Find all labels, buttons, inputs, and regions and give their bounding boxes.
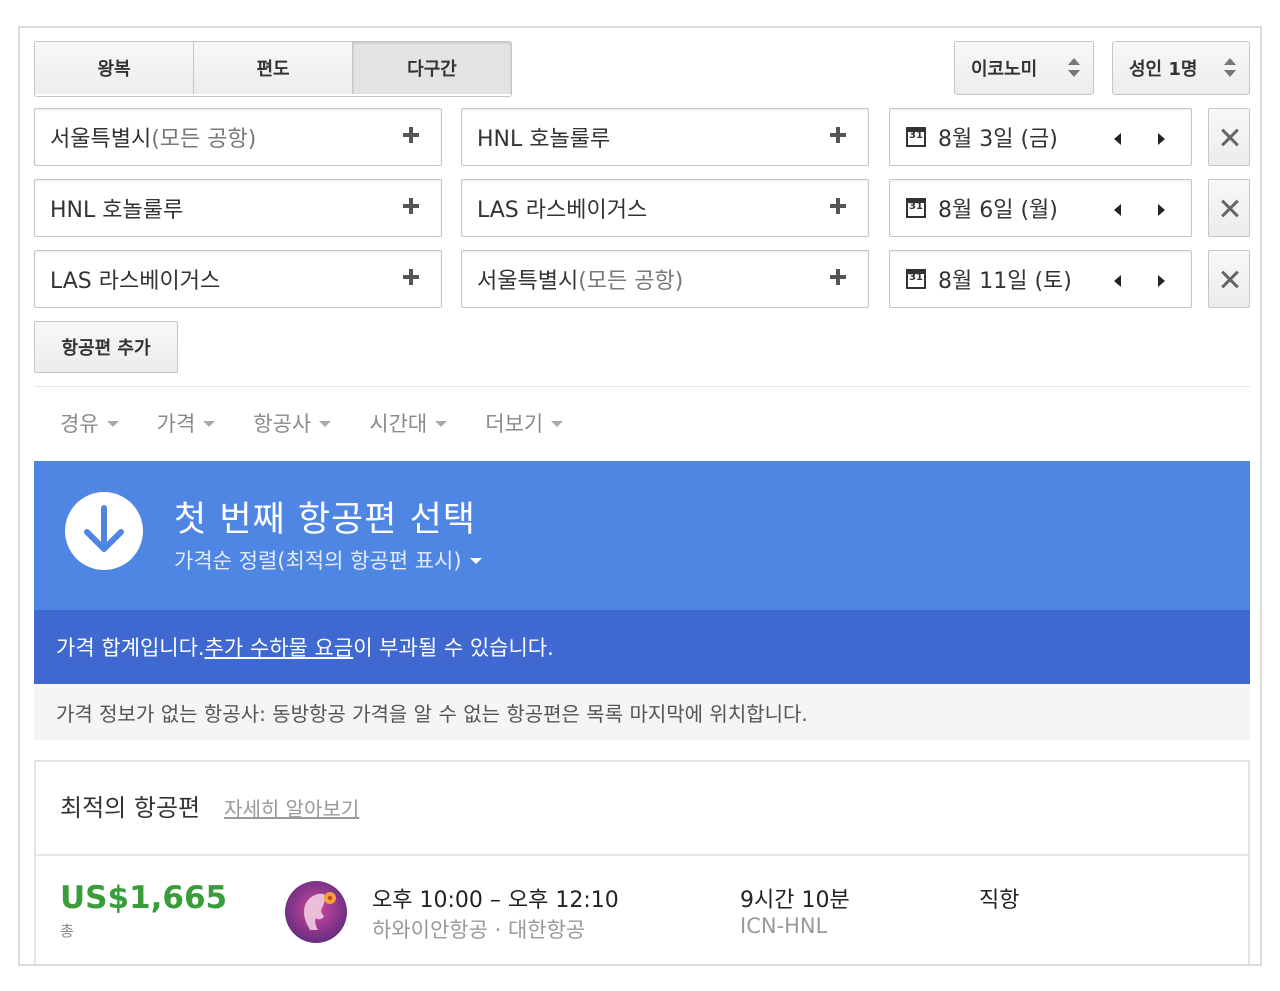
down-arrow-icon [65, 492, 143, 570]
caret-down-icon [435, 421, 448, 427]
filter-stops[interactable]: 경유 [60, 408, 119, 438]
filter-label: 시간대 [369, 412, 428, 436]
prev-date-arrow-icon[interactable] [1114, 275, 1121, 287]
calendar-icon: 31 [906, 127, 926, 147]
origin-city: HNL 호놀룰루 [50, 198, 184, 223]
next-date-arrow-icon[interactable] [1158, 275, 1165, 287]
price-notice: 가격 합계입니다. 추가 수하물 요금 이 부과될 수 있습니다. [34, 610, 1250, 684]
next-date-arrow-icon[interactable] [1158, 133, 1165, 145]
trip-type-oneway[interactable]: 편도 [194, 42, 353, 94]
filter-more[interactable]: 더보기 [485, 408, 564, 438]
leg-2-date[interactable]: 31 8월 6일 (월) [889, 179, 1192, 237]
plus-icon[interactable] [830, 127, 846, 143]
calendar-icon: 31 [906, 269, 926, 289]
price-total-label: 총 [60, 922, 74, 940]
sort-dropdown[interactable]: 가격순 정렬(최적의 항공편 표시) [174, 545, 482, 575]
filter-label: 경유 [60, 412, 99, 436]
best-flights-section: 최적의 항공편 자세히 알아보기 US$1,665 총 오후 10:00 – 오… [34, 760, 1250, 964]
divider [34, 386, 1250, 387]
date-label: 8월 3일 (금) [938, 127, 1058, 152]
updown-arrows-icon [1067, 57, 1081, 79]
flight-times: 오후 10:00 – 오후 12:10 [372, 888, 619, 913]
flight-route: ICN-HNL [740, 914, 828, 938]
select-flight-banner: 첫 번째 항공편 선택 가격순 정렬(최적의 항공편 표시) [34, 461, 1250, 610]
leg-1-origin[interactable]: 서울특별시 (모든 공항) [34, 108, 442, 166]
caret-down-icon [469, 558, 482, 564]
leg-1-date[interactable]: 31 8월 3일 (금) [889, 108, 1192, 166]
filter-label: 항공사 [253, 412, 312, 436]
flight-search-panel: 왕복 편도 다구간 이코노미 성인 1명 서울특별시 (모든 공항) HNL 호… [18, 26, 1262, 966]
filter-label: 더보기 [485, 412, 544, 436]
learn-more-link[interactable]: 자세히 알아보기 [224, 793, 359, 822]
caret-down-icon [319, 421, 332, 427]
notice-text-before: 가격 합계입니다. [56, 636, 205, 660]
caret-down-icon [551, 421, 564, 427]
flight-airlines: 하와이안항공 · 대한항공 [372, 918, 586, 942]
origin-suffix: (모든 공항) [151, 127, 257, 152]
plus-icon[interactable] [403, 269, 419, 285]
trip-type-roundtrip[interactable]: 왕복 [35, 42, 194, 94]
leg-3-date[interactable]: 31 8월 11일 (토) [889, 250, 1192, 308]
sort-label: 가격순 정렬(최적의 항공편 표시) [174, 549, 462, 573]
filter-airline[interactable]: 항공사 [253, 408, 332, 438]
leg-2-origin[interactable]: HNL 호놀룰루 [34, 179, 442, 237]
cabin-class-select[interactable]: 이코노미 [954, 41, 1094, 95]
remove-leg-3-button[interactable] [1208, 250, 1250, 308]
plus-icon[interactable] [403, 127, 419, 143]
origin-city: LAS 라스베이거스 [50, 269, 221, 294]
leg-3-destination[interactable]: 서울특별시 (모든 공항) [461, 250, 869, 308]
filter-time[interactable]: 시간대 [369, 408, 448, 438]
close-icon [1209, 109, 1249, 165]
flight-duration: 9시간 10분 [740, 888, 850, 913]
passenger-select[interactable]: 성인 1명 [1112, 41, 1250, 95]
plus-icon[interactable] [403, 198, 419, 214]
leg-2-destination[interactable]: LAS 라스베이거스 [461, 179, 869, 237]
results-heading: 최적의 항공편 [60, 794, 201, 822]
plus-icon[interactable] [830, 198, 846, 214]
origin-city: 서울특별시 [50, 127, 152, 152]
missing-price-info: 가격 정보가 없는 항공사: 동방항공 가격을 알 수 없는 항공편은 목록 마… [34, 684, 1250, 740]
divider [36, 854, 1248, 856]
close-icon [1209, 251, 1249, 307]
add-flight-button[interactable]: 항공편 추가 [34, 321, 178, 373]
date-label: 8월 6일 (월) [938, 198, 1058, 223]
plus-icon[interactable] [830, 269, 846, 285]
prev-date-arrow-icon[interactable] [1114, 133, 1121, 145]
leg-3-origin[interactable]: LAS 라스베이거스 [34, 250, 442, 308]
flight-stops: 직항 [979, 888, 1020, 913]
caret-down-icon [203, 421, 216, 427]
passenger-label: 성인 1명 [1129, 59, 1198, 80]
destination-city: HNL 호놀룰루 [477, 127, 611, 152]
calendar-icon: 31 [906, 198, 926, 218]
banner-title: 첫 번째 항공편 선택 [174, 500, 476, 540]
notice-text-after: 이 부과될 수 있습니다. [353, 636, 554, 660]
filter-price[interactable]: 가격 [157, 408, 216, 438]
destination-city: 서울특별시 [477, 269, 579, 294]
date-label: 8월 11일 (토) [938, 269, 1072, 294]
flight-price: US$1,665 [60, 880, 228, 916]
hawaiian-airlines-logo-icon [284, 880, 348, 944]
results-header: 최적의 항공편 자세히 알아보기 [60, 788, 359, 823]
trip-type-selector: 왕복 편도 다구간 [34, 41, 512, 97]
cabin-class-label: 이코노미 [971, 59, 1038, 80]
caret-down-icon [106, 421, 119, 427]
leg-1-destination[interactable]: HNL 호놀룰루 [461, 108, 869, 166]
filter-label: 가격 [156, 412, 196, 436]
close-icon [1209, 180, 1249, 236]
destination-city: LAS 라스베이거스 [477, 198, 648, 223]
next-date-arrow-icon[interactable] [1158, 204, 1165, 216]
prev-date-arrow-icon[interactable] [1114, 204, 1121, 216]
updown-arrows-icon [1223, 57, 1237, 79]
remove-leg-2-button[interactable] [1208, 179, 1250, 237]
destination-suffix: (모든 공항) [578, 269, 684, 294]
baggage-fees-link[interactable]: 추가 수하물 요금 [205, 632, 354, 662]
remove-leg-1-button[interactable] [1208, 108, 1250, 166]
trip-type-multicity[interactable]: 다구간 [353, 42, 511, 94]
filter-bar: 경유 가격 항공사 시간대 더보기 [60, 408, 601, 438]
